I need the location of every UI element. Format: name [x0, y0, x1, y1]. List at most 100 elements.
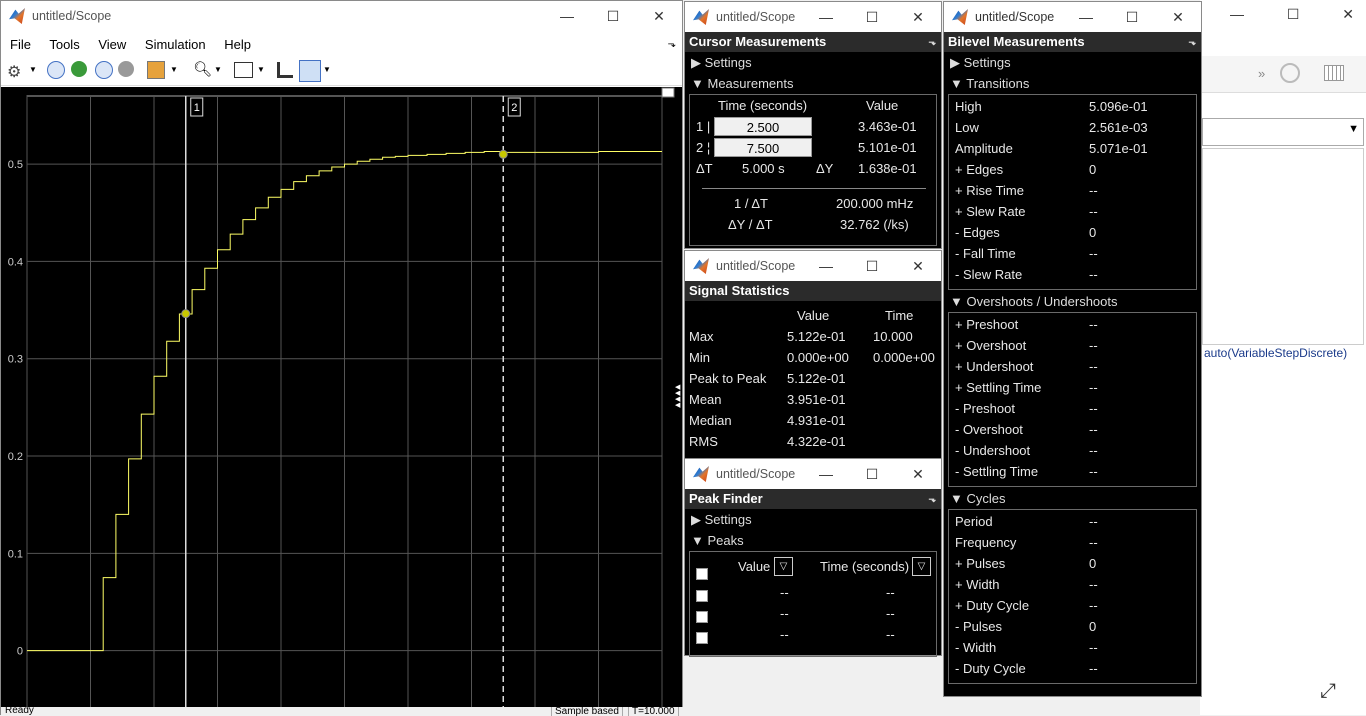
measure-value: 0 [1089, 556, 1097, 571]
measure-label: - Duty Cycle [955, 661, 1026, 676]
dropdown-arrow-icon[interactable]: ▼ [214, 65, 222, 74]
stop-icon[interactable] [118, 61, 134, 77]
menu-file[interactable]: File [10, 37, 31, 52]
minimize-icon[interactable]: — [803, 459, 849, 489]
expand-icon: ▶ [691, 55, 705, 70]
autoscale-icon[interactable] [234, 62, 253, 78]
measure-icon[interactable] [299, 60, 321, 82]
expand-plot-icon[interactable] [661, 87, 675, 98]
menu-help[interactable]: Help [224, 37, 251, 52]
cursor-panel-header[interactable]: Cursor Measurements ⬎ [685, 32, 941, 52]
stat-value: 4.931e-01 [787, 413, 846, 428]
zoom-icon[interactable]: 🔍︎ [193, 60, 212, 78]
expand-icon[interactable]: ⤢ [1320, 680, 1336, 703]
close-icon[interactable]: ✕ [1155, 2, 1201, 32]
slope-value: 32.762 (/ks) [840, 217, 909, 232]
step-forward-icon[interactable] [95, 61, 113, 79]
maximize-icon[interactable]: ☐ [590, 1, 636, 31]
peak-row: -- -- [690, 603, 936, 624]
check-icon[interactable] [1280, 63, 1300, 83]
peak-titlebar: untitled/Scope — ☐ ✕ [685, 459, 941, 489]
maximize-icon[interactable]: ☐ [849, 251, 895, 281]
bilevel-overshoots-section[interactable]: ▼ Overshoots / Undershoots [944, 291, 1201, 312]
bilevel-settings-section[interactable]: ▶ Settings [944, 52, 1201, 73]
bilevel-cycles-section[interactable]: ▼ Cycles [944, 488, 1201, 509]
cursor-marker-1[interactable] [181, 309, 191, 319]
stats-panel-header[interactable]: Signal Statistics [685, 281, 941, 301]
collapse-icon: ▼ [950, 491, 967, 506]
scope-plot[interactable]: 01234567891000.10.20.30.40.5 12 [1, 87, 682, 707]
menu-tools[interactable]: Tools [49, 37, 79, 52]
close-icon[interactable]: ✕ [895, 459, 941, 489]
undock-icon[interactable]: ⬎ [1188, 32, 1196, 52]
stats-row: Peak to Peak 5.122e-01 [685, 368, 941, 389]
peak-table: Value ▽ Time (seconds) ▽ -- -- -- -- -- -- [689, 551, 937, 657]
y-tick-label: 0.1 [8, 548, 23, 560]
y-tick-label: 0.5 [8, 159, 23, 171]
peak-settings-section[interactable]: ▶ Settings [685, 509, 941, 530]
cursor-measurements-section[interactable]: ▼ Measurements [685, 73, 941, 94]
sort-time-button[interactable]: ▽ [912, 557, 931, 576]
chevron-right-icon[interactable]: » [1258, 66, 1265, 81]
maximize-icon[interactable]: ☐ [849, 2, 895, 32]
menu-view[interactable]: View [98, 37, 126, 52]
col-time: Time (seconds) [718, 98, 808, 113]
step-back-icon[interactable] [47, 61, 65, 79]
close-icon[interactable]: ✕ [636, 1, 682, 31]
maximize-icon[interactable]: ☐ [1109, 2, 1155, 32]
stats-row: Median 4.931e-01 [685, 410, 941, 431]
run-icon[interactable] [71, 61, 87, 77]
matlab-logo-icon [693, 466, 709, 482]
undock-icon[interactable]: ⬎ [928, 32, 936, 52]
dropdown-arrow-icon[interactable]: ▼ [29, 65, 37, 74]
bilevel-transitions-section[interactable]: ▼ Transitions [944, 73, 1201, 94]
maximize-icon[interactable]: ☐ [1287, 6, 1300, 23]
undock-icon[interactable]: ⬎ [928, 489, 936, 509]
measure-value: -- [1089, 598, 1098, 613]
peak-peaks-section[interactable]: ▼ Peaks [685, 530, 941, 551]
cycle-row: - Duty Cycle -- [949, 658, 1196, 679]
stats-row: Mean 3.951e-01 [685, 389, 941, 410]
maximize-icon[interactable]: ☐ [849, 459, 895, 489]
panel-collapse-arrows[interactable]: ◀ ◀ ◀ ◀ [675, 384, 680, 409]
measure-label: High [955, 99, 982, 114]
delta-row: ΔT 5.000 s ΔY 1.638e-01 [690, 158, 936, 179]
measure-value: -- [1089, 380, 1098, 395]
stat-value: 3.951e-01 [787, 392, 846, 407]
peak-rows: -- -- -- -- -- -- [690, 582, 936, 645]
background-dropdown[interactable]: ▼ [1202, 118, 1364, 146]
cursor-2-time-input[interactable]: 7.500 [714, 138, 812, 157]
trigger-icon[interactable] [277, 62, 293, 78]
measure-label: + Settling Time [955, 380, 1042, 395]
gear-icon[interactable]: ⚙ [7, 62, 21, 82]
transition-row: + Slew Rate -- [949, 201, 1196, 222]
minimize-icon[interactable]: — [803, 251, 849, 281]
measure-value: -- [1089, 204, 1098, 219]
menu-simulation[interactable]: Simulation [145, 37, 206, 52]
close-icon[interactable]: ✕ [895, 2, 941, 32]
minimize-icon[interactable]: — [803, 2, 849, 32]
bilevel-panel-header[interactable]: Bilevel Measurements ⬎ [944, 32, 1201, 52]
close-icon[interactable]: ✕ [1342, 6, 1354, 23]
minimize-icon[interactable]: — [1063, 2, 1109, 32]
close-icon[interactable]: ✕ [895, 251, 941, 281]
bilevel-header-label: Bilevel Measurements [948, 34, 1085, 49]
dock-arrow-icon[interactable]: ⬎ [668, 31, 676, 58]
dropdown-arrow-icon[interactable]: ▼ [323, 65, 331, 74]
cursor-settings-section[interactable]: ▶ Settings [685, 52, 941, 73]
measure-value: 5.096e-01 [1089, 99, 1148, 114]
measure-value: -- [1089, 514, 1098, 529]
solver-status: auto(VariableStepDiscrete) [1204, 346, 1348, 360]
minimize-icon[interactable]: — [544, 1, 590, 31]
grid-icon[interactable] [1324, 65, 1344, 81]
dropdown-arrow-icon[interactable]: ▼ [257, 65, 265, 74]
peak-checkbox[interactable] [696, 629, 708, 650]
minimize-icon[interactable]: — [1230, 6, 1244, 23]
highlight-icon[interactable] [147, 61, 165, 79]
cursor-marker-2[interactable] [498, 149, 508, 159]
peak-panel-header[interactable]: Peak Finder ⬎ [685, 489, 941, 509]
cursor-1-time-input[interactable]: 2.500 [714, 117, 812, 136]
cycle-row: - Pulses 0 [949, 616, 1196, 637]
sort-value-button[interactable]: ▽ [774, 557, 793, 576]
dropdown-arrow-icon[interactable]: ▼ [170, 65, 178, 74]
